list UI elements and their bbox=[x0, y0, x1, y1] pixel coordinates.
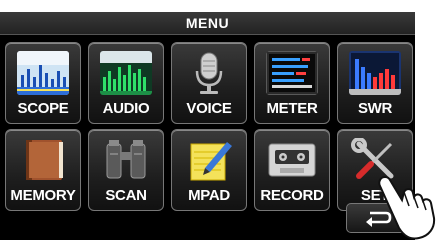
record-label: RECORD bbox=[260, 187, 324, 204]
menu-screen: MENU SCOPE AUDIO VOICE METER SWR MEMORY … bbox=[0, 12, 415, 240]
swr-label: SWR bbox=[357, 100, 393, 117]
memory-book-icon bbox=[17, 138, 69, 182]
scope-tile[interactable]: SCOPE bbox=[5, 42, 81, 124]
memory-label: MEMORY bbox=[10, 187, 76, 204]
mpad-label: MPAD bbox=[188, 187, 230, 204]
record-tile[interactable]: RECORD bbox=[254, 129, 330, 211]
memory-tile[interactable]: MEMORY bbox=[5, 129, 81, 211]
scan-label: SCAN bbox=[105, 187, 147, 204]
swr-tile[interactable]: SWR bbox=[337, 42, 413, 124]
scope-icon bbox=[17, 51, 69, 95]
audio-label: AUDIO bbox=[102, 100, 150, 117]
mpad-tile[interactable]: MPAD bbox=[171, 129, 247, 211]
microphone-icon bbox=[183, 51, 235, 95]
audio-tile[interactable]: AUDIO bbox=[88, 42, 164, 124]
binoculars-icon bbox=[100, 138, 152, 182]
swr-chart-icon bbox=[349, 51, 401, 95]
audio-icon bbox=[100, 51, 152, 95]
voice-label: VOICE bbox=[186, 100, 232, 117]
meter-label: METER bbox=[266, 100, 318, 117]
cassette-icon bbox=[266, 138, 318, 182]
scan-tile[interactable]: SCAN bbox=[88, 129, 164, 211]
notepad-pencil-icon bbox=[183, 138, 235, 182]
scope-label: SCOPE bbox=[17, 100, 69, 117]
menu-title: MENU bbox=[0, 12, 415, 35]
meter-tile[interactable]: METER bbox=[254, 42, 330, 124]
voice-tile[interactable]: VOICE bbox=[171, 42, 247, 124]
meter-icon bbox=[266, 51, 318, 95]
pointing-hand-icon bbox=[378, 176, 436, 240]
